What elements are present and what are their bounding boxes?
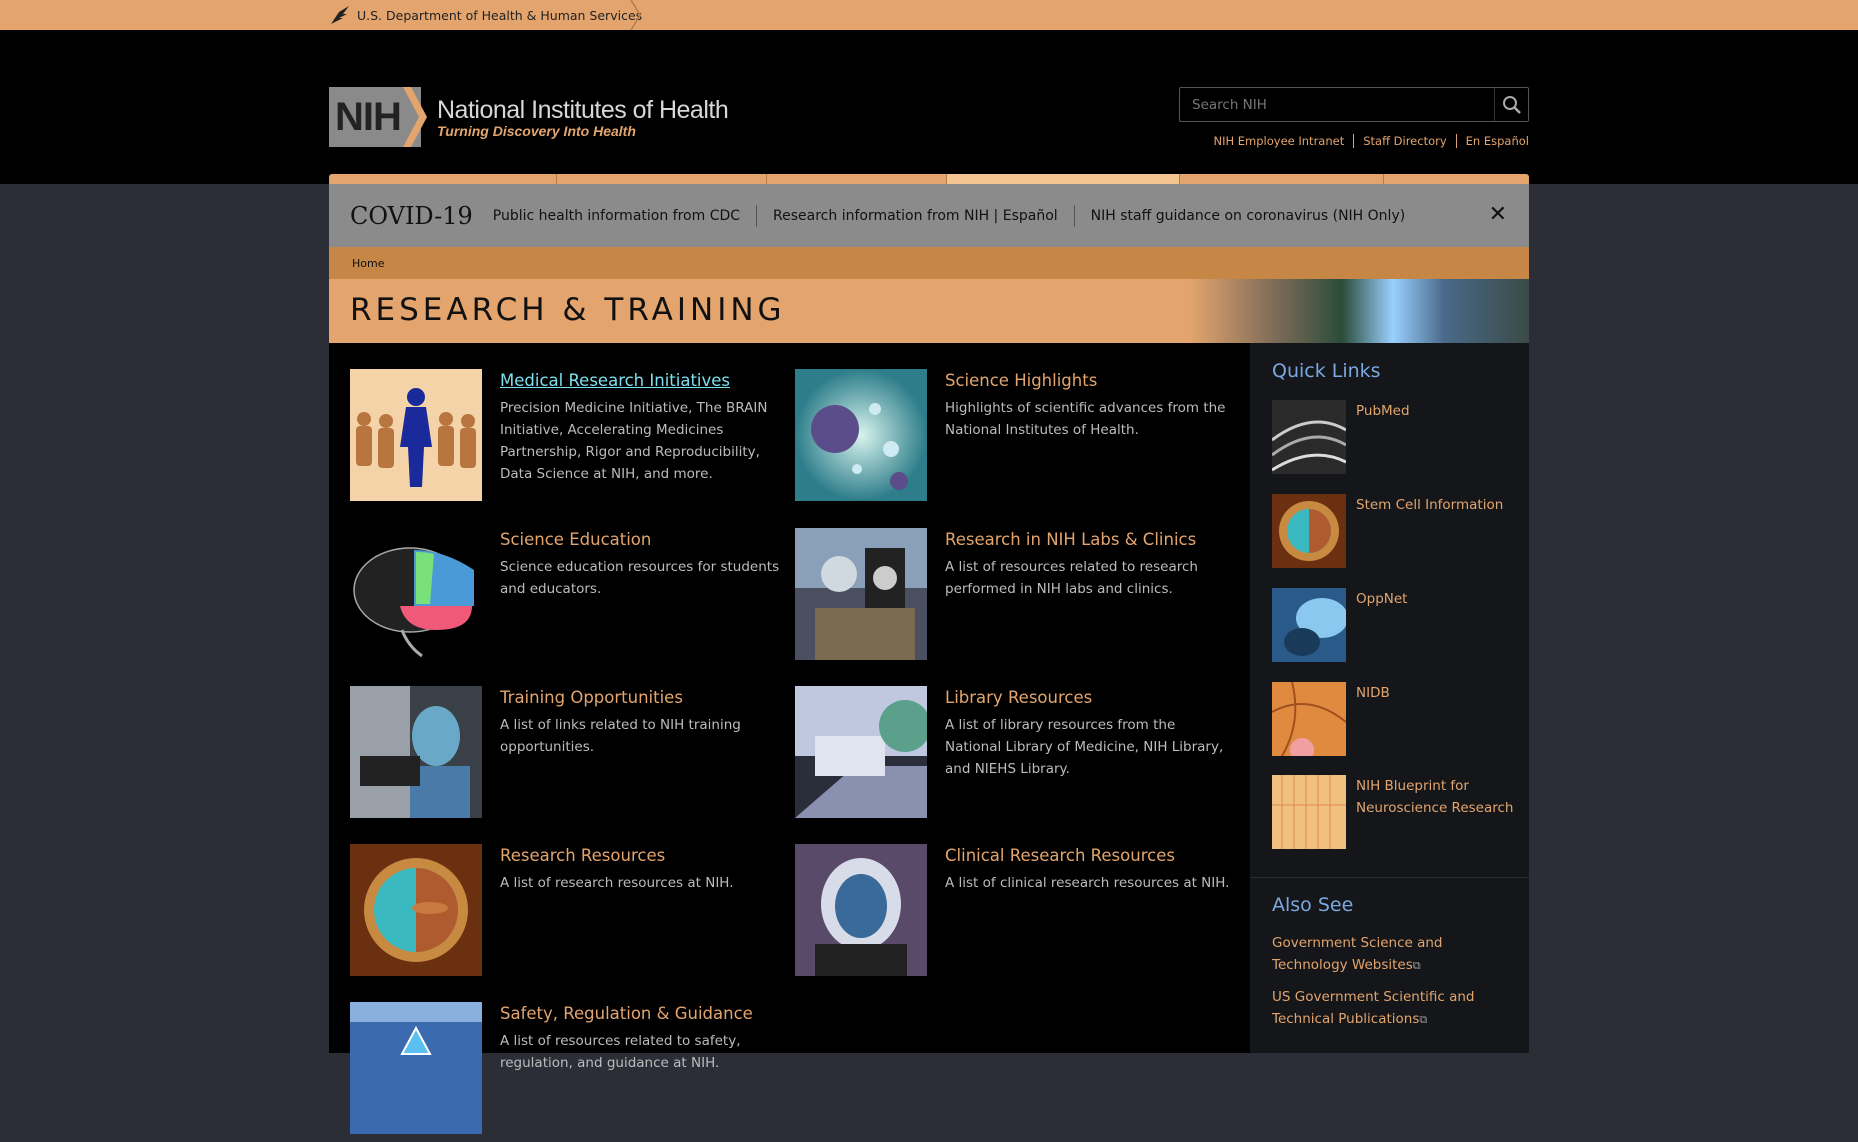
external-link-icon: ⧉: [1419, 1013, 1428, 1026]
external-link-icon: ⧉: [1412, 959, 1421, 972]
card-description: A list of research resources at NIH.: [500, 875, 734, 891]
card-description: Precision Medicine Initiative, The BRAIN…: [500, 400, 768, 482]
card-science-education: Science Education Science education reso…: [350, 528, 790, 668]
card-title-link[interactable]: Library Resources: [945, 688, 1092, 707]
covid-staff-link[interactable]: NIH staff guidance on coronavirus (NIH O…: [1073, 204, 1422, 227]
medical-research-thumbnail[interactable]: [350, 369, 482, 501]
covid-cdc-link[interactable]: Public health information from CDC: [493, 205, 756, 227]
card-title-link[interactable]: Science Education: [500, 530, 651, 549]
card-title-link[interactable]: Research Resources: [500, 846, 665, 865]
card-description: Science education resources for students…: [500, 559, 780, 597]
hhs-chevron-icon: [630, 0, 641, 30]
card-description: A list of resources related to safety, r…: [500, 1033, 741, 1071]
card-title-link[interactable]: Research in NIH Labs & Clinics: [945, 530, 1196, 549]
quick-link-blueprint: NIH Blueprint for Neuroscience Research: [1272, 775, 1522, 849]
science-education-thumbnail[interactable]: [350, 528, 482, 660]
also-see-link[interactable]: Government Science and Technology Websit…: [1272, 932, 1512, 977]
main-content: Medical Research Initiatives Precision M…: [329, 343, 1250, 1134]
nih-logo[interactable]: NIH National Institutes of Health Turnin…: [329, 87, 729, 147]
quick-link-oppnet: OppNet: [1272, 588, 1522, 662]
nih-logo-title: National Institutes of Health: [437, 95, 729, 124]
card-training: Training Opportunities A list of links r…: [350, 686, 790, 826]
breadcrumb: Home: [329, 247, 1529, 279]
quick-link-stem-cell: Stem Cell Information: [1272, 494, 1522, 568]
card-title-link[interactable]: Training Opportunities: [500, 688, 683, 707]
clinical-resources-thumbnail[interactable]: [795, 844, 927, 976]
pubmed-thumbnail[interactable]: [1272, 400, 1346, 474]
espanol-link[interactable]: En Español: [1455, 134, 1529, 148]
card-clinical-resources: Clinical Research Resources A list of cl…: [795, 844, 1235, 984]
sidebar: Quick Links PubMed Stem Cell Information…: [1250, 343, 1529, 1053]
quick-link-label[interactable]: NIDB: [1356, 682, 1526, 704]
blueprint-thumbnail[interactable]: [1272, 775, 1346, 849]
card-title-link[interactable]: Clinical Research Resources: [945, 846, 1175, 865]
training-thumbnail[interactable]: [350, 686, 482, 818]
nih-chevron-icon: [403, 87, 427, 147]
breadcrumb-home[interactable]: Home: [352, 257, 384, 270]
quick-link-label[interactable]: Stem Cell Information: [1356, 494, 1526, 516]
hhs-eagle-icon: [331, 6, 349, 24]
also-see-link[interactable]: US Government Scientific and Technical P…: [1272, 986, 1512, 1031]
stem-cell-thumbnail[interactable]: [1272, 494, 1346, 568]
search-icon: [1502, 95, 1521, 114]
card-description: A list of clinical research resources at…: [945, 875, 1230, 891]
utility-links: NIH Employee Intranet Staff Directory En…: [1204, 134, 1529, 148]
hhs-bar: U.S. Department of Health & Human Servic…: [0, 0, 1858, 30]
search-button[interactable]: [1494, 88, 1528, 121]
covid-title: COVID-19: [350, 201, 473, 230]
nih-logo-tagline: Turning Discovery Into Health: [437, 122, 636, 139]
card-description: A list of library resources from the Nat…: [945, 717, 1224, 777]
nidb-thumbnail[interactable]: [1272, 682, 1346, 756]
library-thumbnail[interactable]: [795, 686, 927, 818]
search-input[interactable]: [1180, 96, 1494, 113]
safety-regulation-thumbnail[interactable]: [350, 1002, 482, 1134]
also-see-label: US Government Scientific and Technical P…: [1272, 989, 1475, 1027]
card-nih-labs: Research in NIH Labs & Clinics A list of…: [795, 528, 1235, 668]
nih-logo-abbr: NIH: [335, 94, 402, 139]
card-title-link[interactable]: Medical Research Initiatives: [500, 371, 730, 390]
banner-image: [1189, 279, 1529, 343]
quick-link-label[interactable]: OppNet: [1356, 588, 1526, 610]
site-header: NIH National Institutes of Health Turnin…: [0, 30, 1858, 214]
card-research-resources: Research Resources A list of research re…: [350, 844, 790, 984]
nih-labs-thumbnail[interactable]: [795, 528, 927, 660]
close-icon[interactable]: ✕: [1489, 202, 1507, 227]
card-title-link[interactable]: Science Highlights: [945, 371, 1097, 390]
page-title: RESEARCH & TRAINING: [350, 292, 786, 328]
quick-link-label[interactable]: PubMed: [1356, 400, 1526, 422]
oppnet-thumbnail[interactable]: [1272, 588, 1346, 662]
card-description: A list of links related to NIH training …: [500, 717, 741, 755]
quick-link-nidb: NIDB: [1272, 682, 1522, 756]
card-description: Highlights of scientific advances from t…: [945, 400, 1226, 438]
employee-intranet-link[interactable]: NIH Employee Intranet: [1204, 134, 1353, 148]
hhs-link[interactable]: U.S. Department of Health & Human Servic…: [329, 0, 656, 30]
page-banner: RESEARCH & TRAINING: [329, 279, 1529, 343]
hhs-label: U.S. Department of Health & Human Servic…: [357, 7, 643, 23]
staff-directory-link[interactable]: Staff Directory: [1353, 134, 1455, 148]
quick-link-label[interactable]: NIH Blueprint for Neuroscience Research: [1356, 775, 1526, 819]
quick-links-heading: Quick Links: [1272, 360, 1381, 382]
card-safety-regulation: Safety, Regulation & Guidance A list of …: [350, 1002, 790, 1142]
card-science-highlights: Science Highlights Highlights of scienti…: [795, 369, 1235, 509]
science-highlights-thumbnail[interactable]: [795, 369, 927, 501]
also-see-heading: Also See: [1272, 894, 1354, 916]
search-box: [1179, 87, 1529, 122]
nih-logo-mark: NIH: [329, 87, 427, 147]
card-medical-research: Medical Research Initiatives Precision M…: [350, 369, 790, 509]
covid-research-link[interactable]: Research information from NIH | Español: [756, 204, 1074, 227]
card-title-link[interactable]: Safety, Regulation & Guidance: [500, 1004, 753, 1023]
research-resources-thumbnail[interactable]: [350, 844, 482, 976]
card-description: A list of resources related to research …: [945, 559, 1198, 597]
quick-link-pubmed: PubMed: [1272, 400, 1522, 474]
card-library: Library Resources A list of library reso…: [795, 686, 1235, 826]
sidebar-divider: [1250, 877, 1529, 878]
covid-alert-bar: COVID-19 Public health information from …: [329, 184, 1529, 247]
